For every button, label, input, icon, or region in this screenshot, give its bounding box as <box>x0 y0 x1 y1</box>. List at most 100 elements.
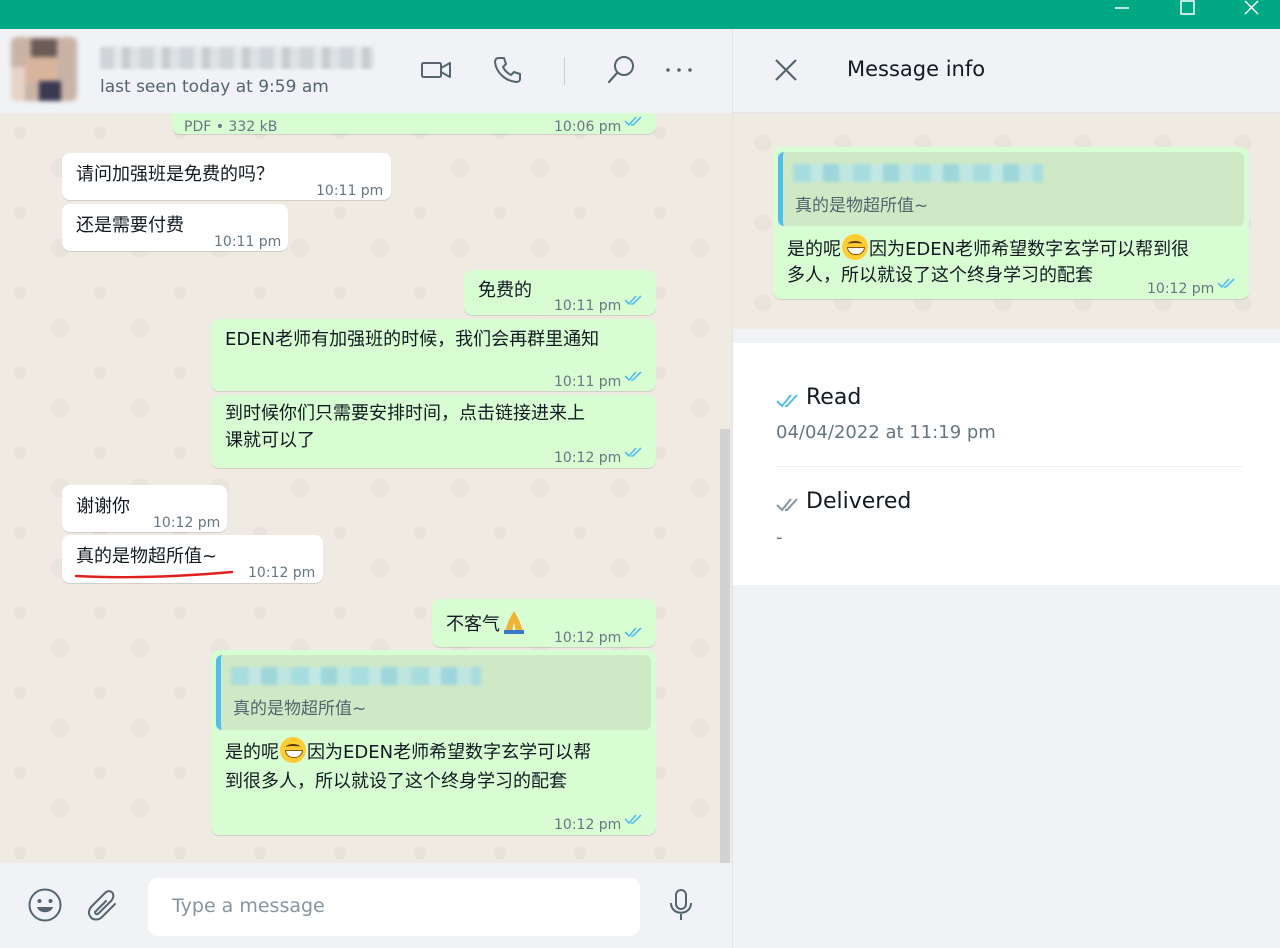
message-info-panel: Message info 真的是物超所值~ 是的呢 因为EDEN老师希望数字玄学可… <box>732 29 1280 948</box>
message-text: 免费的 <box>478 280 532 301</box>
previewed-message: 真的是物超所值~ 是的呢 因为EDEN老师希望数字玄学可以帮到很 多人，所以就设了… <box>773 147 1249 299</box>
quoted-message[interactable]: 真的是物超所值~ <box>216 655 651 730</box>
message-input-placeholder: Type a message <box>172 895 325 917</box>
video-call-button[interactable] <box>419 53 453 87</box>
outgoing-message[interactable]: 免费的 10:11 pm <box>464 270 656 315</box>
message-text: 还是需要付费 <box>76 215 184 236</box>
message-text: 真的是物超所值~ <box>76 546 218 567</box>
close-icon <box>775 59 797 81</box>
message-time: 10:11 pm <box>554 374 622 390</box>
delivered-tick-icon <box>776 498 798 512</box>
message-time: 10:12 pm <box>554 817 622 833</box>
last-seen-status: last seen today at 9:59 am <box>100 77 329 97</box>
minimize-window-button[interactable] <box>1090 0 1154 29</box>
maximize-icon <box>1180 0 1195 15</box>
avatar[interactable] <box>11 37 77 101</box>
message-preview-area: 真的是物超所值~ 是的呢 因为EDEN老师希望数字玄学可以帮到很 多人，所以就设了… <box>733 113 1280 329</box>
minimize-icon <box>1115 7 1129 9</box>
read-tick-icon <box>624 116 642 127</box>
voice-call-icon <box>494 57 521 83</box>
incoming-message[interactable]: 谢谢你 10:12 pm <box>62 485 227 532</box>
quoted-sender-redacted <box>231 667 481 685</box>
scrollbar[interactable] <box>720 429 730 863</box>
incoming-message[interactable]: 请问加强班是免费的吗？ 10:11 pm <box>62 153 391 200</box>
read-timestamp: 04/04/2022 at 11:19 pm <box>776 422 996 443</box>
composer-bar: Type a message <box>0 863 732 948</box>
close-icon <box>1244 0 1259 15</box>
message-time: 10:12 pm <box>554 450 622 466</box>
grinning-emoji-icon <box>842 234 868 260</box>
message-time: 10:11 pm <box>214 234 282 250</box>
message-text: 不客气 <box>446 614 500 635</box>
read-tick-icon <box>624 814 642 825</box>
voice-call-button[interactable] <box>490 53 524 87</box>
divider <box>776 466 1242 467</box>
read-label: Read <box>806 385 862 410</box>
message-time: 10:12 pm <box>153 515 221 531</box>
read-tick-icon <box>624 295 642 306</box>
read-tick-icon <box>776 394 798 408</box>
emoji-icon <box>28 888 62 922</box>
search-icon <box>607 56 634 84</box>
incoming-message[interactable]: 真的是物超所值~ 10:12 pm <box>62 535 323 583</box>
message-time: 10:11 pm <box>316 183 384 199</box>
message-text-part2: 因为EDEN老师希望数字玄学可以帮 <box>307 742 592 763</box>
attach-button[interactable] <box>86 887 122 923</box>
message-text-line2: 到很多人，所以就设了这个终身学习的配套 <box>225 771 567 792</box>
message-list[interactable]: PDF • 332 kB 10:06 pm 请问加强班是免费的吗？ 10:11 … <box>0 113 732 863</box>
close-info-button[interactable] <box>771 55 803 87</box>
close-window-button[interactable] <box>1219 0 1280 29</box>
quoted-message: 真的是物超所值~ <box>778 152 1244 226</box>
emoji-button[interactable] <box>27 887 63 923</box>
microphone-icon <box>670 889 692 920</box>
read-tick-icon <box>624 371 642 382</box>
outgoing-reply-message[interactable]: 真的是物超所值~ 是的呢 因为EDEN老师希望数字玄学可以帮 到很多人，所以就设了… <box>211 650 656 835</box>
message-input[interactable]: Type a message <box>148 878 640 936</box>
video-call-icon <box>421 62 451 78</box>
message-time: 10:12 pm <box>1147 281 1215 297</box>
delivered-label: Delivered <box>806 489 912 514</box>
voice-message-button[interactable] <box>663 887 699 923</box>
message-text-line2: 课就可以了 <box>225 430 315 451</box>
more-options-button[interactable] <box>663 53 697 87</box>
message-text: EDEN老师有加强班的时候，我们会再群里通知 <box>225 329 600 350</box>
panel-title: Message info <box>847 57 986 81</box>
delivery-status-card: Read 04/04/2022 at 11:19 pm Delivered - <box>733 343 1280 585</box>
contact-name-redacted[interactable] <box>100 47 374 69</box>
search-button[interactable] <box>605 53 639 87</box>
maximize-window-button[interactable] <box>1155 0 1219 29</box>
outgoing-message[interactable]: 不客气 10:12 pm <box>432 599 656 647</box>
delivered-timestamp: - <box>776 527 783 548</box>
outgoing-message[interactable]: EDEN老师有加强班的时候，我们会再群里通知 10:11 pm <box>211 319 656 391</box>
quoted-sender-redacted <box>793 164 1043 182</box>
chat-pane: last seen today at 9:59 am PDF • 332 kB … <box>0 29 732 948</box>
message-info-header: Message info <box>733 29 1280 113</box>
header-divider <box>564 57 565 85</box>
message-text-line1: 到时候你们只需要安排时间，点击链接进来上 <box>225 403 585 424</box>
message-text: 谢谢你 <box>76 496 130 517</box>
message-text-part1: 是的呢 <box>787 239 841 260</box>
read-tick-icon <box>624 627 642 638</box>
message-time: 10:12 pm <box>554 630 622 646</box>
read-tick-icon <box>624 447 642 458</box>
message-text-part1: 是的呢 <box>225 742 279 763</box>
window-title-bar <box>0 0 1280 29</box>
message-time: 10:11 pm <box>554 298 622 314</box>
chat-header: last seen today at 9:59 am <box>0 29 732 113</box>
message-text: 请问加强班是免费的吗？ <box>76 164 274 185</box>
folded-hands-emoji-icon <box>500 608 528 634</box>
quoted-text: 真的是物超所值~ <box>795 196 929 216</box>
read-tick-icon <box>1217 278 1235 289</box>
attachment-message[interactable]: PDF • 332 kB 10:06 pm <box>172 113 656 135</box>
message-time: 10:12 pm <box>248 565 316 581</box>
attachment-meta: PDF • 332 kB <box>184 119 278 135</box>
menu-icon <box>666 68 692 72</box>
incoming-message[interactable]: 还是需要付费 10:11 pm <box>62 204 288 251</box>
message-text-part2: 因为EDEN老师希望数字玄学可以帮到很 <box>869 239 1190 260</box>
paperclip-icon <box>87 890 116 921</box>
outgoing-message[interactable]: 到时候你们只需要安排时间，点击链接进来上 课就可以了 10:12 pm <box>211 395 656 468</box>
red-underline-annotation <box>74 570 234 579</box>
message-time: 10:06 pm <box>554 119 622 135</box>
grinning-emoji-icon <box>280 737 306 763</box>
message-text-line2: 多人，所以就设了这个终身学习的配套 <box>787 265 1093 286</box>
